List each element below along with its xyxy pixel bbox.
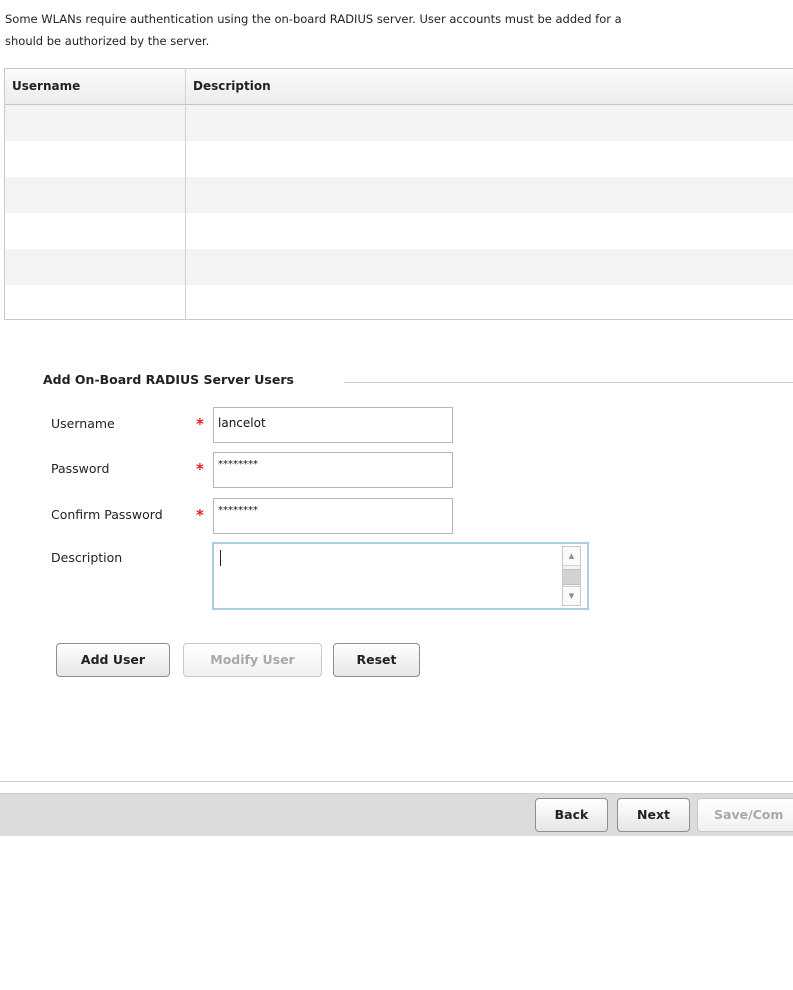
intro-line-2: should be authorized by the server.	[5, 34, 210, 48]
text-caret	[220, 550, 221, 566]
scroll-up-icon[interactable]: ▲	[563, 547, 580, 566]
password-label: Password	[51, 461, 110, 476]
table-row	[5, 285, 793, 319]
table-row	[5, 213, 793, 249]
description-textarea[interactable]: ▲ ▼	[212, 542, 589, 610]
fieldset-legend: Add On-Board RADIUS Server Users	[43, 372, 304, 387]
intro-line-1: Some WLANs require authentication using …	[5, 12, 622, 26]
save-commit-button[interactable]: Save/Com	[697, 798, 793, 832]
password-input[interactable]: ********	[213, 452, 453, 488]
scroll-down-icon[interactable]: ▼	[563, 586, 580, 605]
users-table: Username Description	[4, 68, 793, 320]
username-label: Username	[51, 416, 115, 431]
fieldset-divider	[344, 382, 793, 383]
intro-text: Some WLANs require authentication using …	[5, 8, 793, 52]
back-button[interactable]: Back	[535, 798, 608, 832]
table-body	[5, 105, 793, 319]
footer-bar: Back Next Save/Com	[0, 793, 793, 836]
table-row	[5, 141, 793, 177]
table-header: Username Description	[5, 69, 793, 105]
column-header-username[interactable]: Username	[5, 69, 186, 104]
footer-divider	[0, 781, 793, 782]
next-button[interactable]: Next	[617, 798, 690, 832]
description-scrollbar[interactable]: ▲ ▼	[562, 546, 581, 606]
username-input[interactable]: lancelot	[213, 407, 453, 443]
modify-user-button[interactable]: Modify User	[183, 643, 322, 677]
confirm-password-label: Confirm Password	[51, 507, 163, 522]
confirm-password-required-icon: *	[196, 506, 204, 524]
password-required-icon: *	[196, 460, 204, 478]
table-row	[5, 177, 793, 213]
scroll-thumb[interactable]	[563, 569, 580, 585]
reset-button[interactable]: Reset	[333, 643, 420, 677]
description-label: Description	[51, 550, 123, 565]
add-user-button[interactable]: Add User	[56, 643, 170, 677]
column-header-description[interactable]: Description	[186, 69, 793, 104]
table-row	[5, 105, 793, 141]
confirm-password-input[interactable]: ********	[213, 498, 453, 534]
username-required-icon: *	[196, 415, 204, 433]
table-row	[5, 249, 793, 285]
